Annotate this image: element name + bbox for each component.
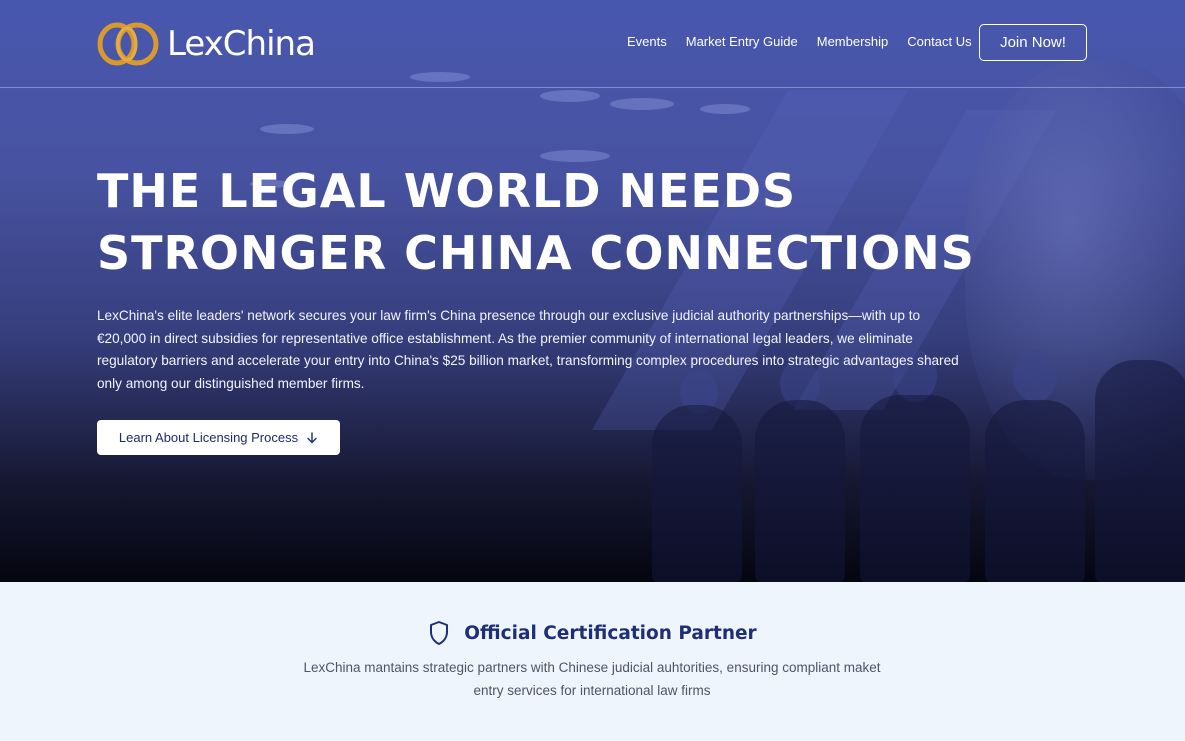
brand-logo[interactable]: LexChina — [97, 20, 316, 68]
ceiling-light — [540, 90, 600, 102]
background-person — [860, 395, 970, 582]
logo-rings-icon — [97, 22, 159, 66]
hero-description: LexChina's elite leaders' network secure… — [97, 308, 959, 391]
certification-title: Official Certification Partner — [464, 622, 757, 644]
hero-headline-line-2: STRONGER CHINA CONNECTIONS — [97, 226, 975, 280]
ceiling-light — [700, 104, 750, 114]
hero-headline-line-1: THE LEGAL WORLD NEEDS — [97, 164, 797, 218]
hero-section: LexChina Events Market Entry Guide Membe… — [0, 0, 1185, 582]
certification-description: LexChina mantains strategic partners wit… — [303, 660, 881, 698]
background-person — [985, 400, 1085, 582]
top-navigation: LexChina Events Market Entry Guide Membe… — [0, 0, 1185, 88]
join-now-button[interactable]: Join Now! — [979, 24, 1087, 61]
arrow-down-icon — [307, 431, 317, 443]
hero-headline: THE LEGAL WORLD NEEDS STRONGER CHINA CON… — [97, 160, 997, 284]
certification-title-row: Official Certification Partner — [0, 620, 1185, 646]
background-person — [652, 405, 742, 582]
ceiling-light — [610, 98, 674, 110]
learn-licensing-label: Learn About Licensing Process — [118, 430, 299, 445]
shield-icon — [430, 621, 449, 645]
nav-link-contact-us[interactable]: Contact Us — [907, 34, 971, 50]
nav-link-events[interactable]: Events — [627, 34, 667, 50]
nav-link-market-entry-guide[interactable]: Market Entry Guide — [686, 34, 798, 50]
learn-licensing-button[interactable]: Learn About Licensing Process — [97, 420, 340, 455]
background-person — [755, 400, 845, 582]
nav-links: Events Market Entry Guide Membership Con… — [627, 34, 972, 50]
background-person — [1013, 350, 1057, 402]
background-person — [1095, 360, 1185, 582]
nav-link-membership[interactable]: Membership — [817, 34, 889, 50]
ceiling-light — [260, 124, 314, 134]
brand-name: LexChina — [167, 24, 316, 64]
